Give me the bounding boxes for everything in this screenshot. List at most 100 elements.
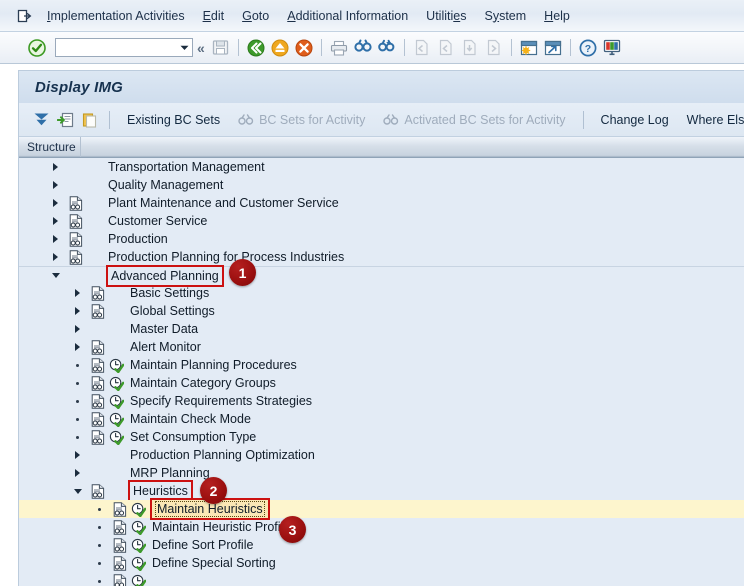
tree-expander-closed-icon[interactable]	[71, 464, 84, 482]
tree-row[interactable]: Production	[19, 230, 744, 248]
tree-row[interactable]: Quality Management	[19, 176, 744, 194]
img-document-icon[interactable]	[110, 572, 129, 586]
tree-expander-leaf-icon[interactable]	[93, 572, 106, 586]
img-document-icon[interactable]	[66, 194, 85, 212]
tree-row[interactable]: Define Special Sorting	[19, 554, 744, 572]
img-document-icon[interactable]	[66, 212, 85, 230]
tree-expander-leaf-icon[interactable]	[93, 536, 106, 554]
tree-row[interactable]: Maintain Heuristics	[19, 498, 744, 520]
tree-row[interactable]: Maintain Planning Procedures	[19, 356, 744, 374]
bc-sets-for-activity-button[interactable]: BC Sets for Activity	[229, 110, 374, 130]
tree-row[interactable]: Production Planning Optimization	[19, 446, 744, 464]
tree-expander-leaf-icon[interactable]	[71, 374, 84, 392]
tree-expander-closed-icon[interactable]	[71, 446, 84, 464]
tree-row[interactable]: Global Settings	[19, 302, 744, 320]
create-shortcut-icon[interactable]	[542, 37, 564, 59]
tree-expander-leaf-icon[interactable]	[71, 392, 84, 410]
img-document-icon[interactable]	[88, 302, 107, 320]
tree-expander-open-icon[interactable]	[49, 267, 62, 285]
tree-expander-closed-icon[interactable]	[49, 212, 62, 230]
expand-node-icon[interactable]	[53, 108, 77, 132]
tree-row[interactable]: Set Consumption Type	[19, 428, 744, 446]
tree-expander-closed-icon[interactable]	[49, 158, 62, 176]
img-activity-icon[interactable]	[129, 518, 148, 536]
create-session-icon[interactable]	[518, 37, 540, 59]
tree-row[interactable]: Maintain Check Mode	[19, 410, 744, 428]
command-input[interactable]	[56, 40, 176, 55]
img-activity-icon[interactable]	[107, 410, 126, 428]
chevron-down-icon[interactable]	[176, 39, 192, 56]
find-icon[interactable]	[352, 37, 374, 59]
tree-row[interactable]: Alert Monitor	[19, 338, 744, 356]
change-log-button[interactable]: Change Log	[592, 110, 678, 130]
tree-row[interactable]: Define Sort Profile	[19, 536, 744, 554]
menu-item-goto[interactable]: Goto	[233, 7, 278, 25]
tree-row[interactable]: Heuristics	[19, 480, 744, 502]
save-icon[interactable]	[210, 37, 232, 59]
img-document-icon[interactable]	[66, 230, 85, 248]
tree-row[interactable]: Customer Service	[19, 212, 744, 230]
toolbar-collapse-icon[interactable]: «	[197, 40, 205, 56]
tree-row[interactable]: Master Data	[19, 320, 744, 338]
tree-row[interactable]: Specify Requirements Strategies	[19, 392, 744, 410]
img-activity-icon[interactable]	[107, 392, 126, 410]
exit-yellow-icon[interactable]	[269, 37, 291, 59]
help-icon[interactable]: ?	[577, 37, 599, 59]
img-document-icon[interactable]	[88, 284, 107, 302]
menu-item-system[interactable]: System	[475, 7, 535, 25]
tree-row[interactable]: Plant Maintenance and Customer Service	[19, 194, 744, 212]
collapse-all-icon[interactable]	[29, 108, 53, 132]
img-activity-icon[interactable]	[107, 428, 126, 446]
tree-expander-leaf-icon[interactable]	[71, 410, 84, 428]
tree-node-highlight[interactable]: Advanced Planning	[106, 264, 224, 287]
img-document-icon[interactable]	[88, 392, 107, 410]
tree-expander-closed-icon[interactable]	[71, 302, 84, 320]
existing-bc-sets-button[interactable]: Existing BC Sets	[118, 110, 229, 130]
img-document-icon[interactable]	[88, 356, 107, 374]
img-document-icon[interactable]	[110, 536, 129, 554]
tree-row[interactable]: Maintain Category Groups	[19, 374, 744, 392]
where-else-used-button[interactable]: Where Else Used	[678, 110, 744, 130]
cancel-red-icon[interactable]	[293, 37, 315, 59]
img-document-icon[interactable]	[110, 554, 129, 572]
img-activity-icon[interactable]	[107, 356, 126, 374]
img-activity-icon[interactable]	[129, 536, 148, 554]
activated-bc-sets-for-activity-button[interactable]: Activated BC Sets for Activity	[374, 110, 574, 130]
tree-expander-open-icon[interactable]	[71, 482, 84, 500]
command-field[interactable]	[55, 38, 193, 57]
img-document-icon[interactable]	[88, 482, 107, 500]
tree-expander-closed-icon[interactable]	[49, 230, 62, 248]
tree-row[interactable]	[19, 572, 744, 586]
tree-row[interactable]: Production Planning for Process Industri…	[19, 248, 744, 266]
tree-row[interactable]: Maintain Heuristic Profiles	[19, 518, 744, 536]
img-document-icon[interactable]	[110, 500, 129, 518]
img-document-icon[interactable]	[66, 248, 85, 266]
menu-item-implementation-activities[interactable]: IImplementation Activitiesmplementation …	[38, 7, 194, 25]
tree-expander-leaf-icon[interactable]	[71, 356, 84, 374]
tree-expander-leaf-icon[interactable]	[93, 500, 106, 518]
img-document-icon[interactable]	[110, 518, 129, 536]
note-icon[interactable]	[77, 108, 101, 132]
tree-expander-closed-icon[interactable]	[49, 248, 62, 266]
menu-item-additional-information[interactable]: Additional Information	[278, 7, 417, 25]
tree-row[interactable]: MRP Planning	[19, 464, 744, 482]
tree-expander-leaf-icon[interactable]	[71, 428, 84, 446]
tree-expander-closed-icon[interactable]	[49, 176, 62, 194]
img-activity-icon[interactable]	[129, 554, 148, 572]
tree-expander-leaf-icon[interactable]	[93, 518, 106, 536]
customize-local-layout-icon[interactable]	[601, 37, 623, 59]
green-check-enter-icon[interactable]	[26, 37, 48, 59]
tree-expander-closed-icon[interactable]	[49, 194, 62, 212]
img-document-icon[interactable]	[88, 374, 107, 392]
menu-item-help[interactable]: Help	[535, 7, 579, 25]
img-activity-icon[interactable]	[129, 572, 148, 586]
tree-row[interactable]: Basic Settings	[19, 284, 744, 302]
menu-item-utilities[interactable]: Utilities	[417, 7, 475, 25]
img-document-icon[interactable]	[88, 338, 107, 356]
img-document-icon[interactable]	[88, 428, 107, 446]
tree-expander-closed-icon[interactable]	[71, 338, 84, 356]
tree-node-highlight[interactable]: Heuristics	[128, 480, 193, 502]
tree-row[interactable]: Transportation Management	[19, 158, 744, 176]
print-icon[interactable]	[328, 37, 350, 59]
back-green-icon[interactable]	[245, 37, 267, 59]
